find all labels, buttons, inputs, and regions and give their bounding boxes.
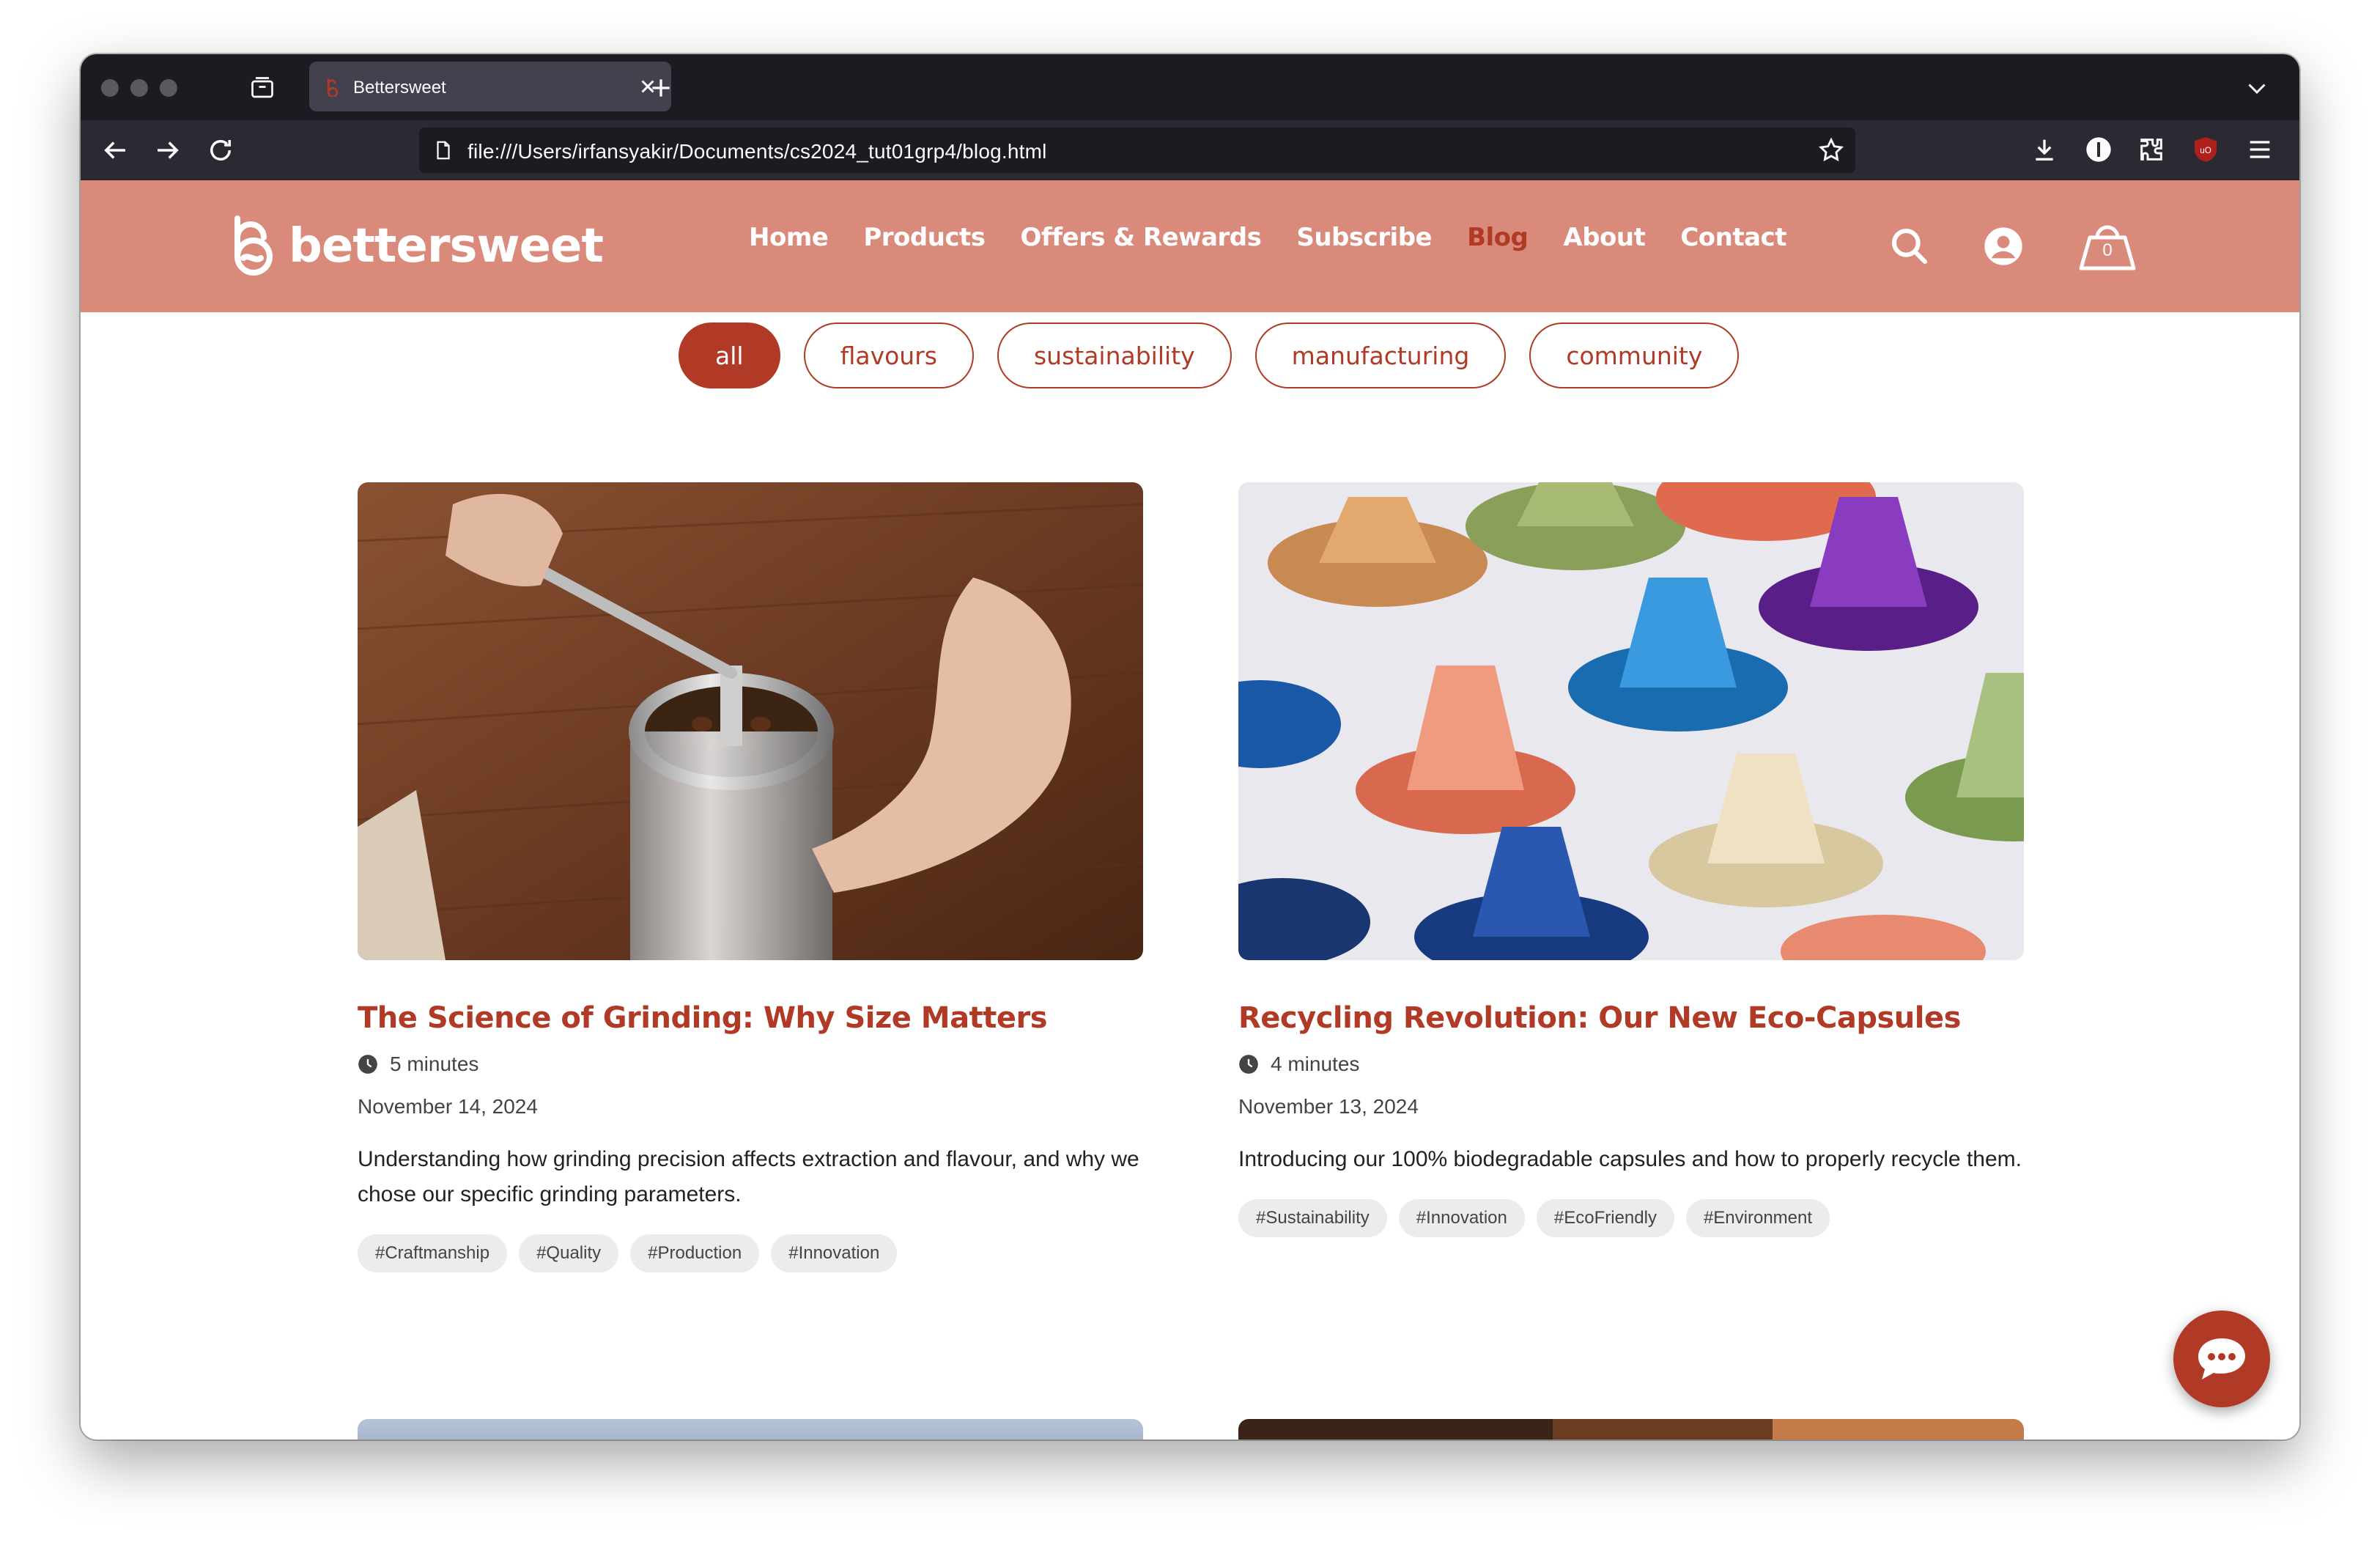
tag[interactable]: #Innovation [771, 1234, 898, 1272]
ublock-icon[interactable]: uO [2191, 135, 2220, 164]
post-tags: #Sustainability #Innovation #EcoFriendly… [1238, 1199, 2024, 1237]
tag[interactable]: #Craftmanship [358, 1234, 508, 1272]
brand-logo[interactable]: bettersweet [227, 215, 604, 277]
tag[interactable]: #Quality [519, 1234, 619, 1272]
nav-blog[interactable]: Blog [1467, 223, 1529, 252]
tab-overview-icon[interactable] [249, 75, 276, 101]
reload-icon[interactable] [205, 135, 236, 166]
menu-icon[interactable] [2245, 135, 2274, 164]
maximize-window-button[interactable] [160, 79, 177, 97]
minimize-window-button[interactable] [130, 79, 148, 97]
post-image-grinder[interactable] [358, 482, 1143, 960]
post-date: November 14, 2024 [358, 1095, 538, 1118]
filter-community[interactable]: community [1529, 322, 1740, 388]
favicon-icon [327, 78, 339, 97]
url-bar[interactable]: file:///Users/irfansyakir/Documents/cs20… [419, 128, 1855, 173]
filter-manufacturing[interactable]: manufacturing [1254, 322, 1507, 388]
post-image-next[interactable] [1238, 1419, 2024, 1440]
new-tab-button[interactable] [646, 73, 676, 103]
tag[interactable]: #Innovation [1398, 1199, 1525, 1237]
read-time: 4 minutes [1238, 1053, 2024, 1076]
cart-button[interactable]: 0 [2077, 218, 2138, 274]
nav-subscribe[interactable]: Subscribe [1296, 223, 1432, 252]
nav-home[interactable]: Home [749, 223, 829, 252]
nav-contact[interactable]: Contact [1680, 223, 1786, 252]
read-time: 5 minutes [358, 1053, 1143, 1076]
capsules-photo [1238, 482, 2024, 960]
coffee-grinder-photo [358, 482, 1143, 960]
browser-window: Bettersweet file:///Users/irfansyakir/Do… [81, 54, 2299, 1440]
post-image-capsules[interactable] [1238, 482, 2024, 960]
cart-count: 0 [2102, 240, 2113, 260]
filter-flavours[interactable]: flavours [803, 322, 974, 388]
read-time-text: 5 minutes [390, 1053, 479, 1075]
svg-text:uO: uO [2200, 146, 2211, 155]
category-filters: all flavours sustainability manufacturin… [679, 322, 1740, 388]
tag[interactable]: #EcoFriendly [1536, 1199, 1674, 1237]
logo-icon [234, 215, 273, 276]
post-tags: #Craftmanship #Quality #Production #Inno… [358, 1234, 1143, 1272]
back-icon[interactable] [100, 135, 130, 166]
post-image-next[interactable] [358, 1419, 1143, 1440]
blog-card[interactable]: Recycling Revolution: Our New Eco-Capsul… [1238, 482, 2024, 1237]
read-time-text: 4 minutes [1271, 1053, 1360, 1075]
filter-sustainability[interactable]: sustainability [997, 322, 1232, 388]
post-title[interactable]: The Science of Grinding: Why Size Matter… [358, 1001, 1143, 1035]
url-text[interactable]: file:///Users/irfansyakir/Documents/cs20… [468, 140, 1047, 163]
post-date: November 13, 2024 [1238, 1095, 1419, 1118]
chat-icon [2198, 1338, 2245, 1379]
clock-icon [1239, 1055, 1258, 1074]
blog-card[interactable]: The Science of Grinding: Why Size Matter… [358, 482, 1143, 1272]
search-icon[interactable] [1889, 226, 1930, 267]
site-header: bettersweet Home Products Offers & Rewar… [81, 180, 2299, 312]
clock-icon [358, 1055, 377, 1074]
tab-title: Bettersweet [353, 78, 446, 97]
chevron-down-icon[interactable] [2244, 75, 2270, 101]
post-description: Understanding how grinding precision aff… [358, 1147, 1139, 1206]
tag[interactable]: #Environment [1685, 1199, 1830, 1237]
extensions-icon[interactable] [2137, 135, 2166, 164]
post-title[interactable]: Recycling Revolution: Our New Eco-Capsul… [1238, 1001, 2024, 1035]
brand-name: bettersweet [289, 219, 604, 273]
chat-button[interactable] [2173, 1311, 2270, 1407]
tab-active[interactable]: Bettersweet [309, 62, 671, 111]
nav-about[interactable]: About [1563, 223, 1645, 252]
star-icon[interactable] [1817, 136, 1845, 164]
nav-products[interactable]: Products [863, 223, 986, 252]
forward-icon[interactable] [152, 135, 183, 166]
tab-bar: Bettersweet [81, 54, 2299, 120]
page-icon [437, 141, 450, 160]
info-icon[interactable] [2084, 135, 2113, 164]
post-description: Introducing our 100% biodegradable capsu… [1238, 1147, 2022, 1171]
account-icon[interactable] [1983, 226, 2024, 267]
main-nav: Home Products Offers & Rewards Subscribe… [749, 223, 1786, 252]
tag[interactable]: #Production [630, 1234, 760, 1272]
nav-toolbar: file:///Users/irfansyakir/Documents/cs20… [81, 120, 2299, 180]
download-icon[interactable] [2030, 135, 2059, 164]
nav-offers-rewards[interactable]: Offers & Rewards [1021, 223, 1262, 252]
filter-all[interactable]: all [679, 322, 780, 388]
close-window-button[interactable] [101, 79, 119, 97]
tag[interactable]: #Sustainability [1238, 1199, 1387, 1237]
